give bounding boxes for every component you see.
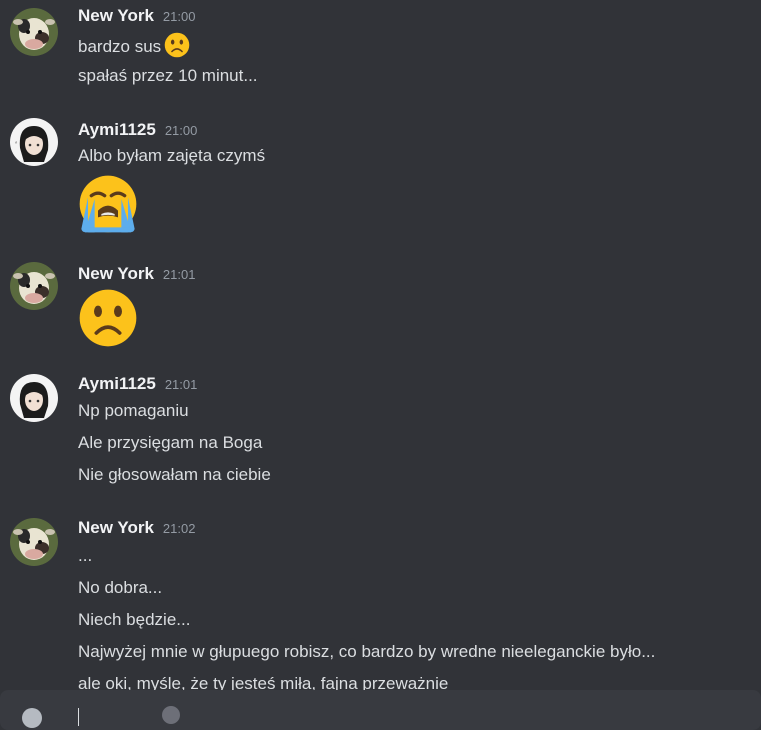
add-attachment-icon[interactable] (22, 708, 42, 728)
message-line: bardzo sus (78, 32, 190, 58)
chat-messages: New York 21:00 bardzo sus spałaś przez 1… (0, 0, 761, 690)
message-text: Nie głosowałam na ciebie (78, 465, 271, 484)
avatar[interactable] (10, 374, 58, 422)
svg-text:ᐢ: ᐢ (15, 141, 17, 148)
slightly-frowning-face-emoji-icon (164, 32, 190, 58)
message-text: No dobra... (78, 578, 163, 597)
message-header: Aymi1125 21:01 (78, 374, 197, 396)
username[interactable]: Aymi1125 (78, 374, 156, 394)
username[interactable]: New York (78, 6, 154, 26)
avatar[interactable] (10, 262, 58, 310)
slightly-frowning-face-emoji-icon (79, 289, 137, 347)
message-header: New York 21:00 (78, 6, 195, 28)
message-text: Albo byłam zajęta czymś (78, 146, 266, 165)
avatar[interactable]: ᐢ (10, 118, 58, 166)
avatar[interactable] (10, 8, 58, 56)
message-composer (0, 690, 761, 730)
message-text: ale oki, myśle, że ty jesteś miła, fajna… (78, 674, 449, 690)
timestamp[interactable]: 21:01 (163, 267, 196, 282)
avatar[interactable] (10, 518, 58, 566)
composer-box[interactable] (0, 690, 761, 730)
message-header: New York 21:01 (78, 264, 195, 286)
text-caret (78, 708, 79, 726)
message-text: Najwyżej mnie w głupuego robisz, co bard… (78, 642, 656, 661)
timestamp[interactable]: 21:00 (163, 9, 196, 24)
message-text: Np pomaganiu (78, 401, 189, 420)
timestamp[interactable]: 21:00 (165, 123, 198, 138)
message-text: bardzo sus (78, 37, 162, 56)
message-text: spałaś przez 10 minut... (78, 66, 258, 85)
message-input[interactable] (90, 704, 714, 728)
message-text: Niech będzie... (78, 610, 191, 629)
message-text: ... (78, 546, 93, 565)
timestamp[interactable]: 21:01 (165, 377, 198, 392)
message-text: Ale przysięgam na Boga (78, 433, 263, 452)
message-header: New York 21:02 (78, 518, 195, 540)
username[interactable]: New York (78, 264, 154, 284)
loudly-crying-face-emoji-icon (79, 175, 137, 233)
message-header: Aymi1125 21:00 (78, 120, 197, 142)
username[interactable]: Aymi1125 (78, 120, 156, 140)
timestamp[interactable]: 21:02 (163, 521, 196, 536)
username[interactable]: New York (78, 518, 154, 538)
